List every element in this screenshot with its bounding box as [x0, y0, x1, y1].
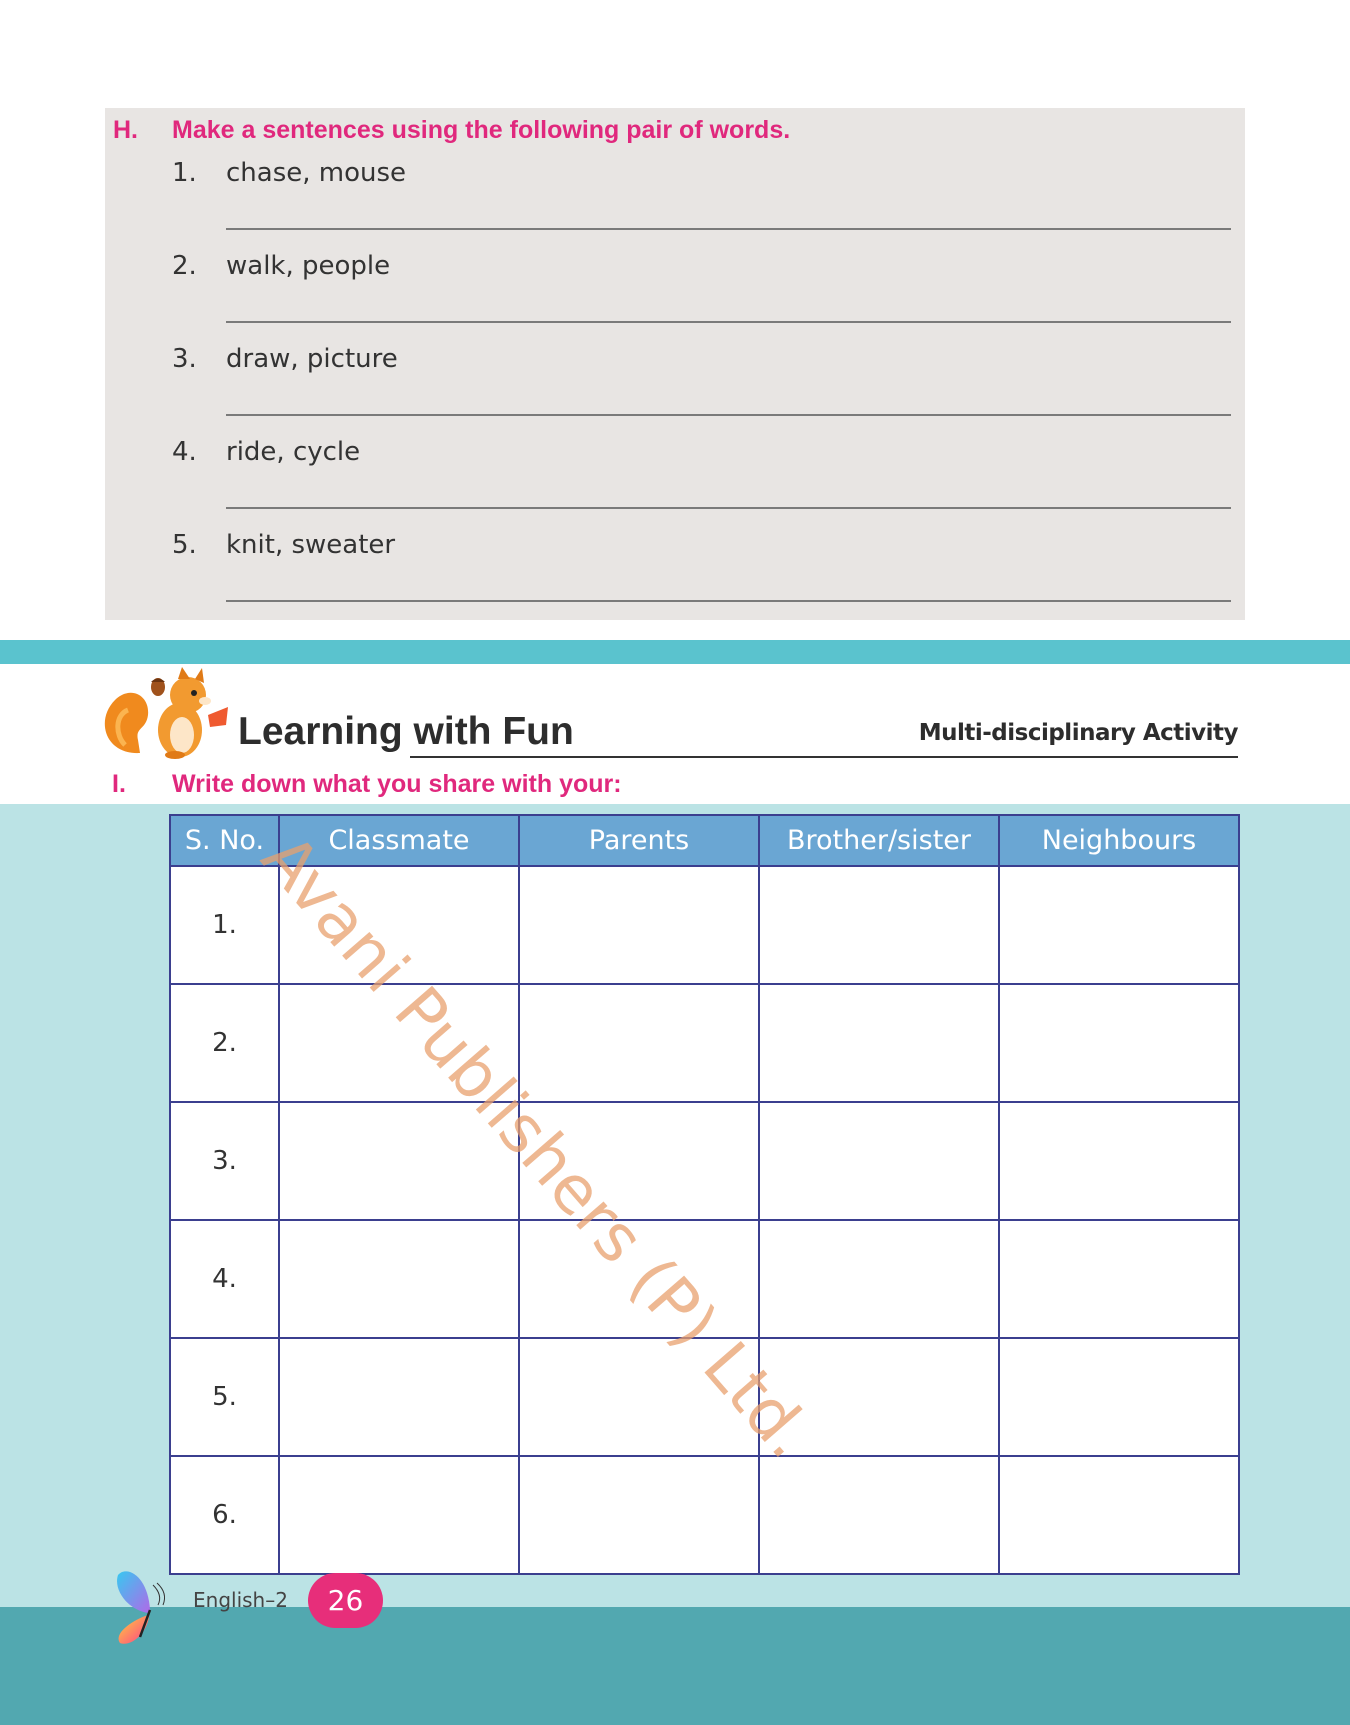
question-words: ride, cycle — [226, 437, 361, 467]
table-row: 6. — [169, 1455, 1240, 1575]
answer-cell[interactable] — [998, 1101, 1240, 1221]
table-header-row: S. No. Classmate Parents Brother/sister … — [169, 814, 1240, 867]
answer-cell[interactable] — [998, 1455, 1240, 1575]
answer-cell[interactable] — [758, 1455, 1000, 1575]
butterfly-icon — [117, 1571, 165, 1644]
section-h-letter: H. — [113, 116, 138, 144]
activity-tag: Multi-disciplinary Activity — [918, 720, 1239, 746]
table-row: 1. — [169, 865, 1240, 985]
answer-cell[interactable] — [518, 1337, 760, 1457]
header-parents: Parents — [518, 814, 760, 867]
answer-cell[interactable] — [278, 983, 520, 1103]
question-words: walk, people — [226, 251, 391, 281]
answer-cell[interactable] — [278, 1219, 520, 1339]
answer-line[interactable] — [226, 507, 1231, 509]
header-neighbours: Neighbours — [998, 814, 1240, 867]
header-classmate: Classmate — [278, 814, 520, 867]
row-number: 3. — [169, 1101, 280, 1221]
question-item: 5. knit, sweater — [172, 530, 1235, 623]
learning-with-fun-title: Learning with Fun — [238, 710, 574, 753]
row-number: 2. — [169, 983, 280, 1103]
answer-cell[interactable] — [998, 983, 1240, 1103]
squirrel-icon — [104, 667, 228, 759]
section-i-letter: I. — [112, 770, 126, 798]
title-underline — [410, 756, 1238, 758]
answer-cell[interactable] — [758, 1101, 1000, 1221]
section-h-panel: H. Make a sentences using the following … — [105, 108, 1245, 620]
table-row: 2. — [169, 983, 1240, 1103]
answer-line[interactable] — [226, 414, 1231, 416]
question-words: knit, sweater — [226, 530, 396, 560]
answer-cell[interactable] — [758, 865, 1000, 985]
question-item: 1. chase, mouse — [172, 158, 1235, 251]
footer-subject: English–2 — [193, 1588, 288, 1612]
row-number: 1. — [169, 865, 280, 985]
question-number: 1. — [172, 158, 197, 188]
answer-cell[interactable] — [518, 1219, 760, 1339]
answer-cell[interactable] — [758, 1337, 1000, 1457]
page-number-badge: 26 — [308, 1573, 383, 1628]
question-item: 3. draw, picture — [172, 344, 1235, 437]
answer-cell[interactable] — [518, 1455, 760, 1575]
question-number: 4. — [172, 437, 197, 467]
table-row: 5. — [169, 1337, 1240, 1457]
question-words: draw, picture — [226, 344, 398, 374]
question-item: 2. walk, people — [172, 251, 1235, 344]
question-number: 5. — [172, 530, 197, 560]
question-words: chase, mouse — [226, 158, 407, 188]
question-item: 4. ride, cycle — [172, 437, 1235, 530]
header-brother-sister: Brother/sister — [758, 814, 1000, 867]
answer-cell[interactable] — [278, 1101, 520, 1221]
share-table: S. No. Classmate Parents Brother/sister … — [169, 814, 1240, 1575]
teal-divider-band — [0, 640, 1350, 664]
answer-cell[interactable] — [518, 983, 760, 1103]
table-row: 4. — [169, 1219, 1240, 1339]
answer-cell[interactable] — [278, 1337, 520, 1457]
question-number: 3. — [172, 344, 197, 374]
answer-cell[interactable] — [278, 865, 520, 985]
answer-line[interactable] — [226, 228, 1231, 230]
table-row: 3. — [169, 1101, 1240, 1221]
header-sno: S. No. — [169, 814, 280, 867]
answer-cell[interactable] — [758, 1219, 1000, 1339]
answer-cell[interactable] — [998, 1337, 1240, 1457]
answer-cell[interactable] — [998, 865, 1240, 985]
answer-cell[interactable] — [518, 1101, 760, 1221]
section-i-title: Write down what you share with your: — [172, 770, 622, 798]
footer-band — [0, 1607, 1350, 1725]
question-number: 2. — [172, 251, 197, 281]
answer-line[interactable] — [226, 600, 1231, 602]
row-number: 5. — [169, 1337, 280, 1457]
row-number: 4. — [169, 1219, 280, 1339]
row-number: 6. — [169, 1455, 280, 1575]
answer-cell[interactable] — [518, 865, 760, 985]
section-h-title: Make a sentences using the following pai… — [172, 116, 791, 144]
answer-cell[interactable] — [998, 1219, 1240, 1339]
answer-cell[interactable] — [278, 1455, 520, 1575]
answer-cell[interactable] — [758, 983, 1000, 1103]
answer-line[interactable] — [226, 321, 1231, 323]
